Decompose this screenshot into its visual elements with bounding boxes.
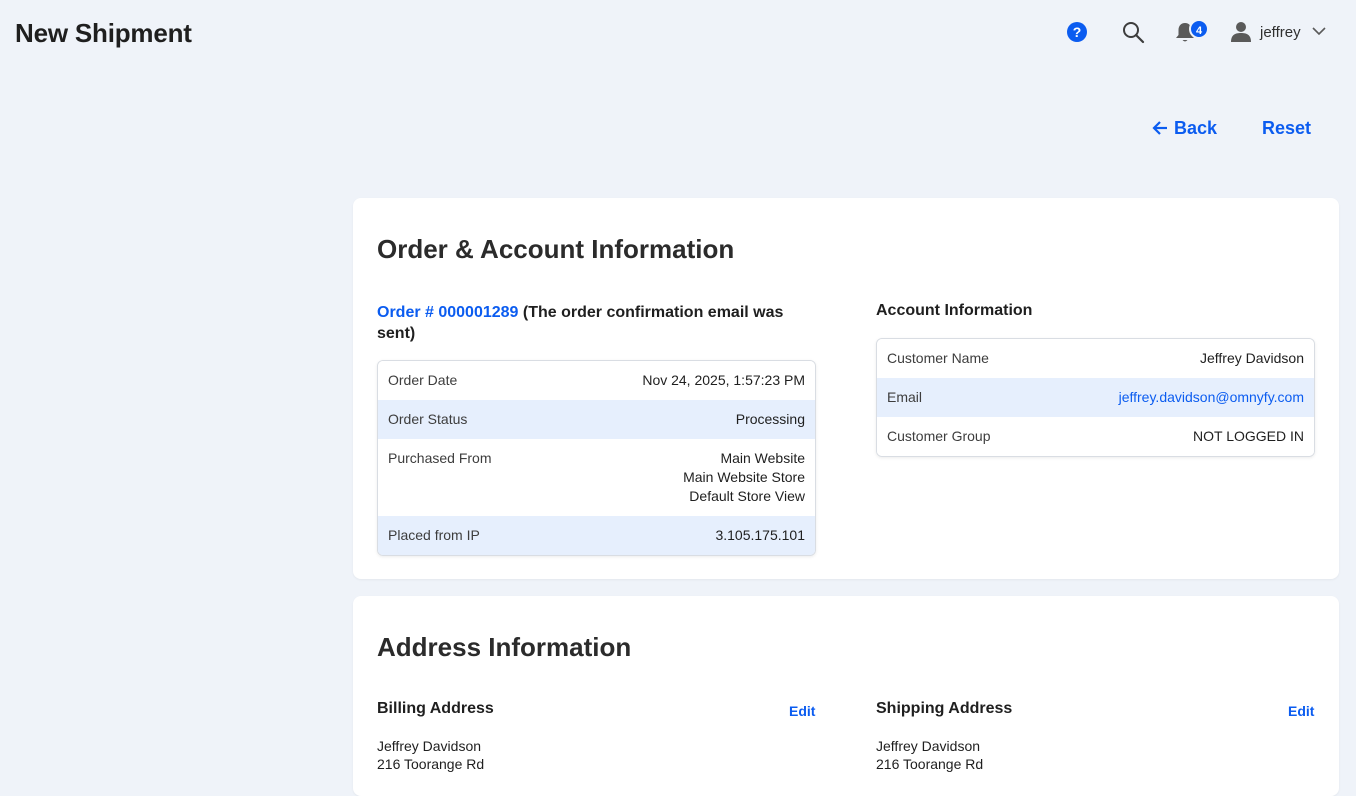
order-account-card: Order & Account Information Order # 0000…	[353, 198, 1339, 579]
user-icon	[1231, 22, 1251, 42]
page-title: New Shipment	[15, 18, 192, 48]
shipping-name: Jeffrey Davidson	[876, 738, 981, 754]
email-link[interactable]: jeffrey.davidson@omnyfy.com	[1119, 388, 1304, 407]
shipping-street: 216 Toorange Rd	[876, 756, 984, 772]
placed-from-ip-label: Placed from IP	[388, 527, 480, 543]
purchased-from-row: Purchased From Main Website Main Website…	[378, 439, 815, 516]
email-label: Email	[887, 389, 923, 405]
purchased-from-store: Main Website Store	[683, 469, 805, 485]
shipping-address-lines: Jeffrey Davidson 216 Toorange Rd	[876, 737, 983, 773]
customer-group-row: Customer Group NOT LOGGED IN	[877, 417, 1314, 456]
back-label: Back	[1174, 118, 1218, 138]
help-icon[interactable]: ?	[1067, 22, 1087, 42]
user-name: jeffrey	[1260, 24, 1301, 41]
purchased-from-value: Main Website Main Website Store Default …	[683, 449, 805, 506]
order-status-row: Order Status Processing	[378, 400, 815, 439]
chevron-down-icon	[1312, 27, 1326, 36]
order-status-label: Order Status	[388, 411, 468, 427]
customer-name-value: Jeffrey Davidson	[1199, 350, 1304, 366]
page-header: New Shipment ? 4 jeffrey	[0, 0, 1356, 66]
billing-address-lines: Jeffrey Davidson 216 Toorange Rd	[377, 737, 484, 773]
order-status-value: Processing	[735, 411, 805, 427]
reset-button[interactable]: Reset	[1262, 118, 1311, 139]
customer-group-value: NOT LOGGED IN	[1193, 428, 1304, 444]
email-row: Email jeffrey.davidson@omnyfy.com	[877, 378, 1314, 417]
order-date-row: Order Date Nov 24, 2025, 1:57:23 PM	[378, 361, 815, 400]
placed-from-ip-value: 3.105.175.101	[715, 527, 805, 543]
order-date-value: Nov 24, 2025, 1:57:23 PM	[642, 372, 805, 388]
order-date-label: Order Date	[388, 372, 458, 388]
search-icon[interactable]	[1121, 20, 1145, 44]
address-title: Address Information	[377, 632, 632, 662]
account-info-title: Account Information	[876, 302, 1033, 319]
billing-edit-link[interactable]: Edit	[789, 703, 815, 719]
customer-name-label: Customer Name	[887, 350, 989, 366]
placed-from-ip-row: Placed from IP 3.105.175.101	[378, 516, 815, 555]
purchased-from-website: Main Website	[720, 450, 805, 466]
address-card: Address Information Billing Address Edit…	[353, 596, 1339, 796]
purchased-from-label: Purchased From	[388, 450, 492, 466]
shipping-address-title: Shipping Address	[876, 700, 1013, 717]
customer-group-label: Customer Group	[887, 428, 991, 444]
billing-address-title: Billing Address	[377, 700, 494, 717]
shipping-edit-link[interactable]: Edit	[1288, 703, 1314, 719]
order-number-link[interactable]: Order # 000001289	[377, 304, 518, 321]
billing-street: 216 Toorange Rd	[377, 756, 485, 772]
notification-count-badge: 4	[1189, 19, 1209, 39]
order-heading: Order # 000001289 (The order confirmatio…	[377, 302, 817, 344]
account-info-table: Customer Name Jeffrey Davidson Email jef…	[876, 338, 1315, 457]
customer-name-row: Customer Name Jeffrey Davidson	[877, 339, 1314, 378]
notifications-button[interactable]: 4	[1174, 18, 1209, 44]
back-button[interactable]: Back	[1152, 118, 1217, 139]
purchased-from-store-view: Default Store View	[689, 488, 805, 504]
order-info-table: Order Date Nov 24, 2025, 1:57:23 PM Orde…	[377, 360, 816, 556]
order-account-title: Order & Account Information	[377, 234, 735, 264]
billing-name: Jeffrey Davidson	[377, 738, 482, 754]
arrow-left-icon	[1152, 121, 1167, 135]
